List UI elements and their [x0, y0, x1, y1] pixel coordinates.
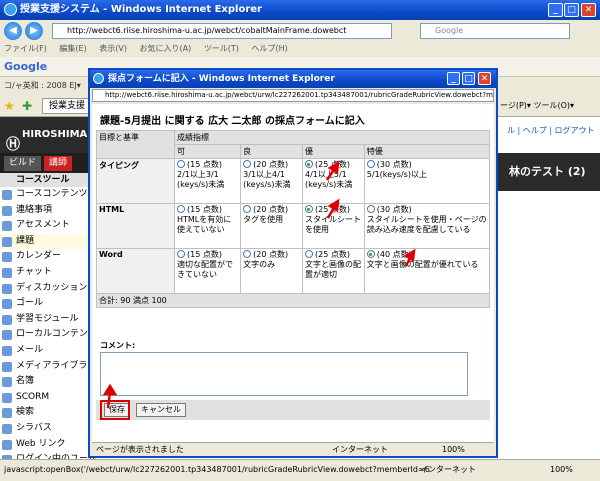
arrow-save-head	[102, 383, 118, 396]
annotation-arrows	[102, 160, 416, 409]
arrow-word-head	[403, 248, 416, 263]
arrow-html-head	[327, 198, 340, 213]
arrow-typing-head	[327, 160, 340, 175]
